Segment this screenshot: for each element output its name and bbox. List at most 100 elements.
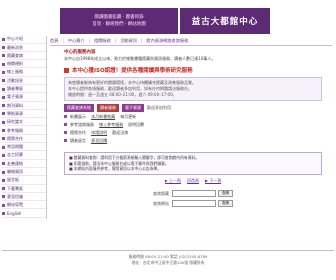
sidebar-item-label: 志工招募 xyxy=(7,152,23,158)
catalog-search-label: 查詢館藏 xyxy=(153,190,169,196)
sidebar-item[interactable]: English xyxy=(2,210,46,218)
list-item-suffix: 歡迎洽詢 xyxy=(112,129,129,135)
catalog-search-row: 查詢館藏 查詢 xyxy=(153,190,233,198)
bullet-icon xyxy=(64,123,67,126)
sidebar-item-label: 研究論文 xyxy=(7,119,23,125)
site-title: 益古大都館中心 xyxy=(191,17,259,27)
sidebar-item[interactable]: 聯絡資訊 xyxy=(2,169,46,177)
site-search-label: 查詢網站 xyxy=(153,200,169,206)
sidebar-item[interactable]: 研究論文 xyxy=(2,119,46,127)
list-item-link[interactable]: 申請說明 xyxy=(91,130,107,136)
bullet-icon xyxy=(64,115,67,118)
sidebar-item[interactable]: 期刊資料 xyxy=(2,102,46,110)
catalog-search-button[interactable]: 查詢 xyxy=(218,190,233,197)
sidebar-item-label: 常見問題 xyxy=(7,144,23,150)
bullet-icon xyxy=(2,54,5,58)
bullet-icon xyxy=(2,120,5,124)
sidebar-item-label: 線上服務 xyxy=(7,69,23,75)
pager: ▶ 上一頁 回首頁 ▶ 下一頁 xyxy=(64,178,322,184)
topnav-item-home[interactable]: 首頁 xyxy=(50,38,58,44)
bullet-icon xyxy=(2,95,5,99)
list-item-link[interactable]: 意見回饋 xyxy=(91,138,107,144)
sidebar-item-label: 館藏查詢 xyxy=(7,52,23,58)
sidebar-item[interactable]: 活動訊息 xyxy=(2,77,46,85)
bullet-icon xyxy=(2,37,5,41)
list-item: 館際合作 申請說明 歡迎洽詢 xyxy=(64,129,322,136)
sidebar-item[interactable]: 讀者專區 xyxy=(2,86,46,94)
bullet-icon xyxy=(64,131,67,134)
bullet-icon xyxy=(2,162,5,166)
tag-e-resources[interactable]: 電子資源 xyxy=(122,104,144,112)
header-line-2[interactable]: 首頁 · 聯絡我們 · 網站地圖 xyxy=(92,21,146,28)
divider: | xyxy=(62,38,64,43)
sidebar-item-label: 活動訊息 xyxy=(7,77,23,83)
header-nav-block[interactable]: 閱讀圖書館藏 · 圖書目錄 首頁 · 聯絡我們 · 網站地圖 xyxy=(60,8,178,34)
header-line-1[interactable]: 閱讀圖書館藏 · 圖書目錄 xyxy=(94,14,143,21)
sidebar-item-label: 下載專區 xyxy=(7,185,23,191)
list-item: 讀者留言 意見回饋 xyxy=(64,137,322,144)
sidebar-item[interactable]: 志工招募 xyxy=(2,152,46,160)
sidebar-item[interactable]: 意見信箱 xyxy=(2,194,46,202)
sidebar-item[interactable]: 館藏查詢 xyxy=(2,53,46,61)
sidebar-item-label: 參考服務 xyxy=(7,127,23,133)
site-search-row: 查詢網站 查詢 xyxy=(153,200,233,208)
bullet-icon xyxy=(2,178,5,182)
sidebar-item[interactable]: 常見問題 xyxy=(2,144,46,152)
section-title: 中心的服務內容 xyxy=(64,50,96,55)
sidebar-item-label: 網站導覽 xyxy=(7,202,23,208)
sidebar-item[interactable]: 館際合作 xyxy=(2,136,46,144)
list-item-suffix: 即時回覆 xyxy=(128,121,145,127)
sidebar-item[interactable]: 網站導覽 xyxy=(2,202,46,210)
sidebar-item-label: 館際合作 xyxy=(7,135,23,141)
bullet-icon xyxy=(2,195,5,199)
site-search-button[interactable]: 查詢 xyxy=(218,200,233,207)
card-line: 開放時間：週一至週五 08:00–21:00，週六 09:00–17:00。 xyxy=(68,92,177,97)
catalog-search-input[interactable] xyxy=(172,190,216,197)
topnav-search-link[interactable]: 館內資源網路查詢服務 xyxy=(146,38,188,44)
sidebar-item-label: 友善連結 xyxy=(7,160,23,166)
bullet-icon xyxy=(2,187,5,191)
topnav-item-services[interactable]: 相關服務 xyxy=(94,38,111,44)
prev-page-link[interactable]: ▶ 上一頁 xyxy=(165,178,181,184)
footer-divider xyxy=(2,250,334,251)
bullet-icon xyxy=(2,70,5,74)
sidebar-item-label: 意見信箱 xyxy=(7,193,23,199)
footer: 服務時間 08:00–21:00 電話 (02)2345-6789 地址：台北市… xyxy=(0,254,336,266)
topnav-item-about[interactable]: 中心簡介 xyxy=(68,38,85,44)
tag-note: 歡迎多加利用 xyxy=(147,105,171,110)
sidebar-item[interactable]: 學術資源 xyxy=(2,111,46,119)
next-page-link[interactable]: ▶ 下一頁 xyxy=(205,178,221,184)
notice-box: ■ 館藏資料查詢：請利用下方檢索系統輸入關鍵字，即可查詢館內所有資料。 ■ 如需… xyxy=(64,152,322,175)
bullet-icon xyxy=(2,153,5,157)
sidebar-item[interactable]: 借閱規則 xyxy=(2,61,46,69)
topnav-item-events[interactable]: 活動資訊 xyxy=(120,38,137,44)
bullet-icon xyxy=(2,170,5,174)
announcement-heading: 本中心獲ISO認證！提供各種閱讀與學術研究服務 xyxy=(64,66,322,74)
bullet-icon xyxy=(2,145,5,149)
sidebar-item-label: 最新消息 xyxy=(7,44,23,50)
sidebar-item[interactable]: 留言板 xyxy=(2,177,46,185)
sidebar-item[interactable]: 下載專區 xyxy=(2,185,46,193)
sidebar-item[interactable]: 友善連結 xyxy=(2,160,46,168)
sidebar-item-label: 借閱規則 xyxy=(7,61,23,67)
main-area: 首頁 | 中心簡介 | 相關服務 | 活動資訊 | 館內資源網路查詢服務 中心的… xyxy=(50,36,332,210)
sidebar-item[interactable]: 線上服務 xyxy=(2,69,46,77)
sidebar-item-label: 電子資源 xyxy=(7,94,23,100)
announcement-text: 本中心獲ISO認證！提供各種閱讀與學術研究服務 xyxy=(72,68,193,74)
sidebar-item[interactable]: 電子資源 xyxy=(2,94,46,102)
bullet-icon xyxy=(2,104,5,108)
sidebar-item[interactable]: 參考服務 xyxy=(2,127,46,135)
list-item-text: 館際合作 xyxy=(70,129,86,135)
bullet-icon xyxy=(2,112,5,116)
sidebar-item-label: 聯絡資訊 xyxy=(7,169,23,174)
home-link[interactable]: 回首頁 xyxy=(187,178,199,184)
bullet-icon xyxy=(2,203,5,207)
notice-line: ■ 本網站內容僅供參考，實際資訊以本中心公告為準。 xyxy=(69,166,162,171)
list-item-text: 新書展示 xyxy=(70,113,86,119)
sidebar-item[interactable]: 最新消息 xyxy=(2,44,46,52)
sidebar-item-label: 讀者專區 xyxy=(7,86,23,92)
site-search-input[interactable] xyxy=(172,200,216,207)
bullet-icon xyxy=(2,137,5,141)
sidebar-item[interactable]: 中心介紹 xyxy=(2,36,46,44)
divider: | xyxy=(88,38,90,43)
